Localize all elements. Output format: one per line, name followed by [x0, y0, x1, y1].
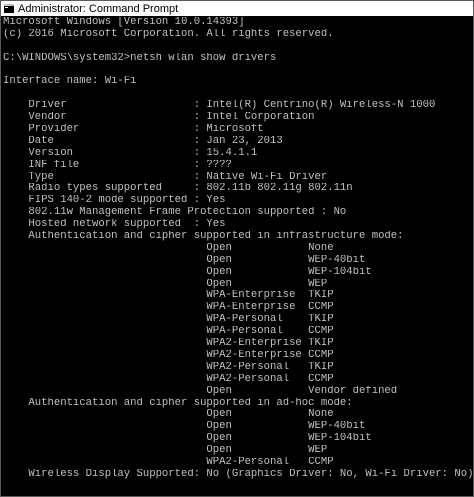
console-line: Version : 15.4.1.1 — [3, 147, 258, 159]
console-line: WPA2-Enterprise TKIP — [3, 338, 334, 350]
console-line: Open Vendor defined — [3, 385, 398, 397]
console-line: 802.11w Management Frame Protection supp… — [3, 207, 347, 219]
console-line: Wireless Display Supported: No (Graphics… — [3, 468, 473, 480]
console-line: Microsoft Windows [Version 10.0.14393] — [3, 17, 245, 28]
console-line: Driver : Intel(R) Centrino(R) Wireless-N… — [3, 100, 436, 112]
command-prompt-window: Administrator: Command Prompt Microsoft … — [0, 0, 474, 497]
console-line: WPA2-Personal CCMP — [3, 373, 334, 385]
console-line: Open WEP-104bit — [3, 433, 372, 445]
console-line: WPA-Enterprise TKIP — [3, 290, 334, 302]
console-line: INF file : ???? — [3, 159, 232, 171]
console-line: Open WEP — [3, 278, 328, 290]
console-line: WPA2-Enterprise CCMP — [3, 349, 334, 361]
window-title: Administrator: Command Prompt — [18, 2, 179, 15]
console-line: Type : Native Wi-Fi Driver — [3, 171, 328, 183]
console-line: Hosted network supported : Yes — [3, 219, 226, 231]
console-line: C:\WINDOWS\system32>netsh wlan show driv… — [3, 52, 277, 64]
console-line: Vendor : Intel Corporation — [3, 112, 315, 124]
console-line: Open WEP-40bit — [3, 254, 366, 266]
console-line: WPA-Personal CCMP — [3, 326, 334, 338]
console-line: Interface name: Wi-Fi — [3, 76, 137, 88]
console-line: WPA-Personal TKIP — [3, 314, 334, 326]
console-line: WPA2-Personal TKIP — [3, 361, 334, 373]
console-line: Open None — [3, 409, 334, 421]
console-line: FIPS 140-2 mode supported : Yes — [3, 195, 226, 207]
console-line: WPA2-Personal CCMP — [3, 456, 334, 468]
console-line: Open WEP-104bit — [3, 266, 372, 278]
console-line: Date : Jan 23, 2013 — [3, 135, 283, 147]
console-line: Authentication and cipher supported in a… — [3, 397, 353, 409]
console-line: (c) 2016 Microsoft Corporation. All righ… — [3, 28, 334, 40]
console-line: Open WEP — [3, 445, 328, 457]
console-line: WPA-Enterprise CCMP — [3, 302, 334, 314]
console-line: Open None — [3, 242, 334, 254]
console-line: Open WEP-40bit — [3, 421, 366, 433]
console-line: Provider : Microsoft — [3, 124, 264, 136]
console-line: Authentication and cipher supported in i… — [3, 231, 404, 243]
console-output[interactable]: Microsoft Windows [Version 10.0.14393] (… — [1, 17, 473, 496]
title-bar[interactable]: Administrator: Command Prompt — [1, 1, 473, 16]
cmd-icon — [4, 4, 14, 13]
console-line: Radio types supported : 802.11b 802.11g … — [3, 183, 353, 195]
